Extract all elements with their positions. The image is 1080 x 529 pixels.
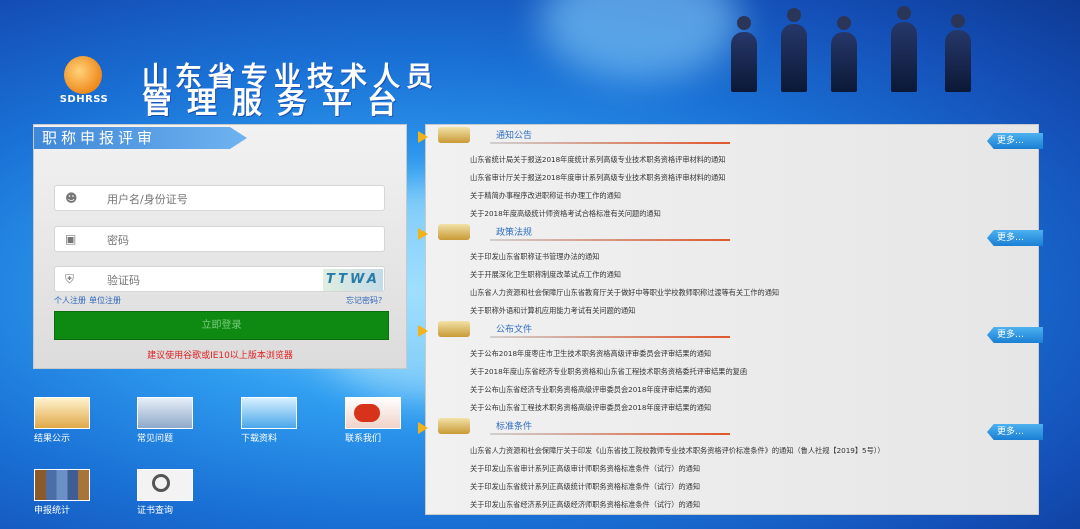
unit-register-link[interactable]: 单位注册	[89, 295, 121, 306]
site-logo[interactable]: SDHRSS	[56, 56, 112, 108]
question-icon	[137, 397, 193, 429]
quick-link-certificate[interactable]: 证书查询	[137, 469, 195, 516]
login-heading: 职称申报评审	[34, 127, 247, 149]
user-icon: ☻	[65, 191, 78, 205]
lock-icon: ▣	[65, 232, 77, 246]
section-divider	[490, 239, 730, 241]
download-icon	[241, 397, 297, 429]
news-item[interactable]: 关于开展深化卫生职称制度改革试点工作的通知	[470, 270, 621, 280]
logo-text: SDHRSS	[59, 94, 109, 105]
section-title: 政策法规	[496, 228, 533, 238]
captcha-image[interactable]: TTWA	[323, 269, 383, 291]
forgot-password-link[interactable]: 忘记密码？	[346, 295, 386, 306]
news-item[interactable]: 山东省审计厅关于报送2018年度审计系列高级专业技术职务资格评审材料的通知	[470, 173, 725, 183]
username-field[interactable]: ☻	[54, 185, 385, 211]
business-people-image	[725, 6, 985, 92]
quick-link-faq[interactable]: 常见问题	[137, 397, 195, 444]
quick-link-label: 证书查询	[137, 506, 174, 516]
news-item[interactable]: 关于精简办事程序改进职称证书办理工作的通知	[470, 191, 621, 201]
more-button[interactable]: 更多…	[987, 327, 1043, 343]
captcha-input[interactable]	[105, 269, 309, 291]
site-title-line2: 管理服务平台	[142, 86, 412, 121]
arrow-icon	[418, 325, 428, 337]
quick-link-label: 申报统计	[34, 506, 71, 516]
login-button[interactable]: 立即登录	[54, 311, 389, 340]
notice-icon	[438, 127, 470, 143]
binders-icon	[34, 469, 90, 501]
news-item[interactable]: 关于公布山东省经济专业职务资格高级评审委员会2018年度评审结果的通知	[470, 385, 711, 395]
news-item[interactable]: 关于公布山东省工程技术职务资格高级评审委员会2018年度评审结果的通知	[470, 403, 711, 413]
news-item[interactable]: 关于职称外语和计算机应用能力考试有关问题的通知	[470, 306, 635, 316]
news-item[interactable]: 关于印发山东省经济系列正高级经济师职务资格标准条件（试行）的通知	[470, 500, 700, 510]
quick-link-label: 结果公示	[34, 434, 71, 444]
section-divider	[490, 433, 730, 435]
quick-link-label: 联系我们	[345, 434, 382, 444]
arrow-icon	[418, 228, 428, 240]
phone-icon	[345, 397, 401, 429]
login-panel: 职称申报评审 ☻ ▣ ⛨ TTWA 个人注册 单位注册 忘记密码？ 立即登录 建…	[33, 124, 407, 369]
news-item[interactable]: 关于印发山东省统计系列正高级统计师职务资格标准条件（试行）的通知	[470, 482, 700, 492]
document-icon	[438, 321, 470, 337]
personal-register-link[interactable]: 个人注册	[54, 295, 86, 306]
arrow-icon	[418, 422, 428, 434]
password-input[interactable]	[105, 229, 369, 251]
more-button[interactable]: 更多…	[987, 230, 1043, 246]
magnifier-icon	[137, 469, 193, 501]
captcha-field[interactable]: ⛨ TTWA	[54, 266, 385, 292]
news-panel: 通知公告 更多… 山东省统计局关于报送2018年度统计系列高级专业技术职务资格评…	[418, 124, 1043, 515]
quick-link-label: 常见问题	[137, 434, 174, 444]
news-item[interactable]: 山东省统计局关于报送2018年度统计系列高级专业技术职务资格评审材料的通知	[470, 155, 725, 165]
username-input[interactable]	[105, 188, 369, 210]
browser-tip: 建议使用谷歌或IE10以上版本浏览器	[147, 351, 293, 361]
logo-emblem-icon	[64, 56, 102, 94]
more-button[interactable]: 更多…	[987, 133, 1043, 149]
password-field[interactable]: ▣	[54, 226, 385, 252]
quick-link-label: 下载资料	[241, 434, 278, 444]
section-title: 通知公告	[496, 131, 533, 141]
section-title: 标准条件	[496, 422, 533, 432]
more-button[interactable]: 更多…	[987, 424, 1043, 440]
scales-icon	[34, 397, 90, 429]
standards-icon	[438, 418, 470, 434]
shield-icon: ⛨	[65, 272, 75, 286]
section-divider	[490, 142, 730, 144]
section-divider	[490, 336, 730, 338]
news-item[interactable]: 山东省人力资源和社会保障厅关于印发《山东省技工院校教师专业技术职务资格评价标准条…	[470, 446, 885, 456]
section-title: 公布文件	[496, 325, 533, 335]
background-glow	[540, 0, 740, 80]
quick-link-download[interactable]: 下载资料	[241, 397, 299, 444]
policy-icon	[438, 224, 470, 240]
news-item[interactable]: 关于2018年度高级统计师资格考试合格标准有关问题的通知	[470, 209, 661, 219]
news-item[interactable]: 关于印发山东省职称证书管理办法的通知	[470, 252, 599, 262]
quick-link-results[interactable]: 结果公示	[34, 397, 92, 444]
quick-link-stats[interactable]: 申报统计	[34, 469, 92, 516]
quick-link-contact[interactable]: 联系我们	[345, 397, 403, 444]
news-item[interactable]: 关于公布2018年度枣庄市卫生技术职务资格高级评审委员会评审结果的通知	[470, 349, 711, 359]
news-item[interactable]: 山东省人力资源和社会保障厅山东省教育厅关于做好中等职业学校教师职称过渡等有关工作…	[470, 288, 779, 298]
arrow-icon	[418, 131, 428, 143]
news-item[interactable]: 关于2018年度山东省经济专业职务资格和山东省工程技术职务资格委托评审结果的复函	[470, 367, 747, 377]
news-item[interactable]: 关于印发山东省审计系列正高级审计师职务资格标准条件（试行）的通知	[470, 464, 700, 474]
